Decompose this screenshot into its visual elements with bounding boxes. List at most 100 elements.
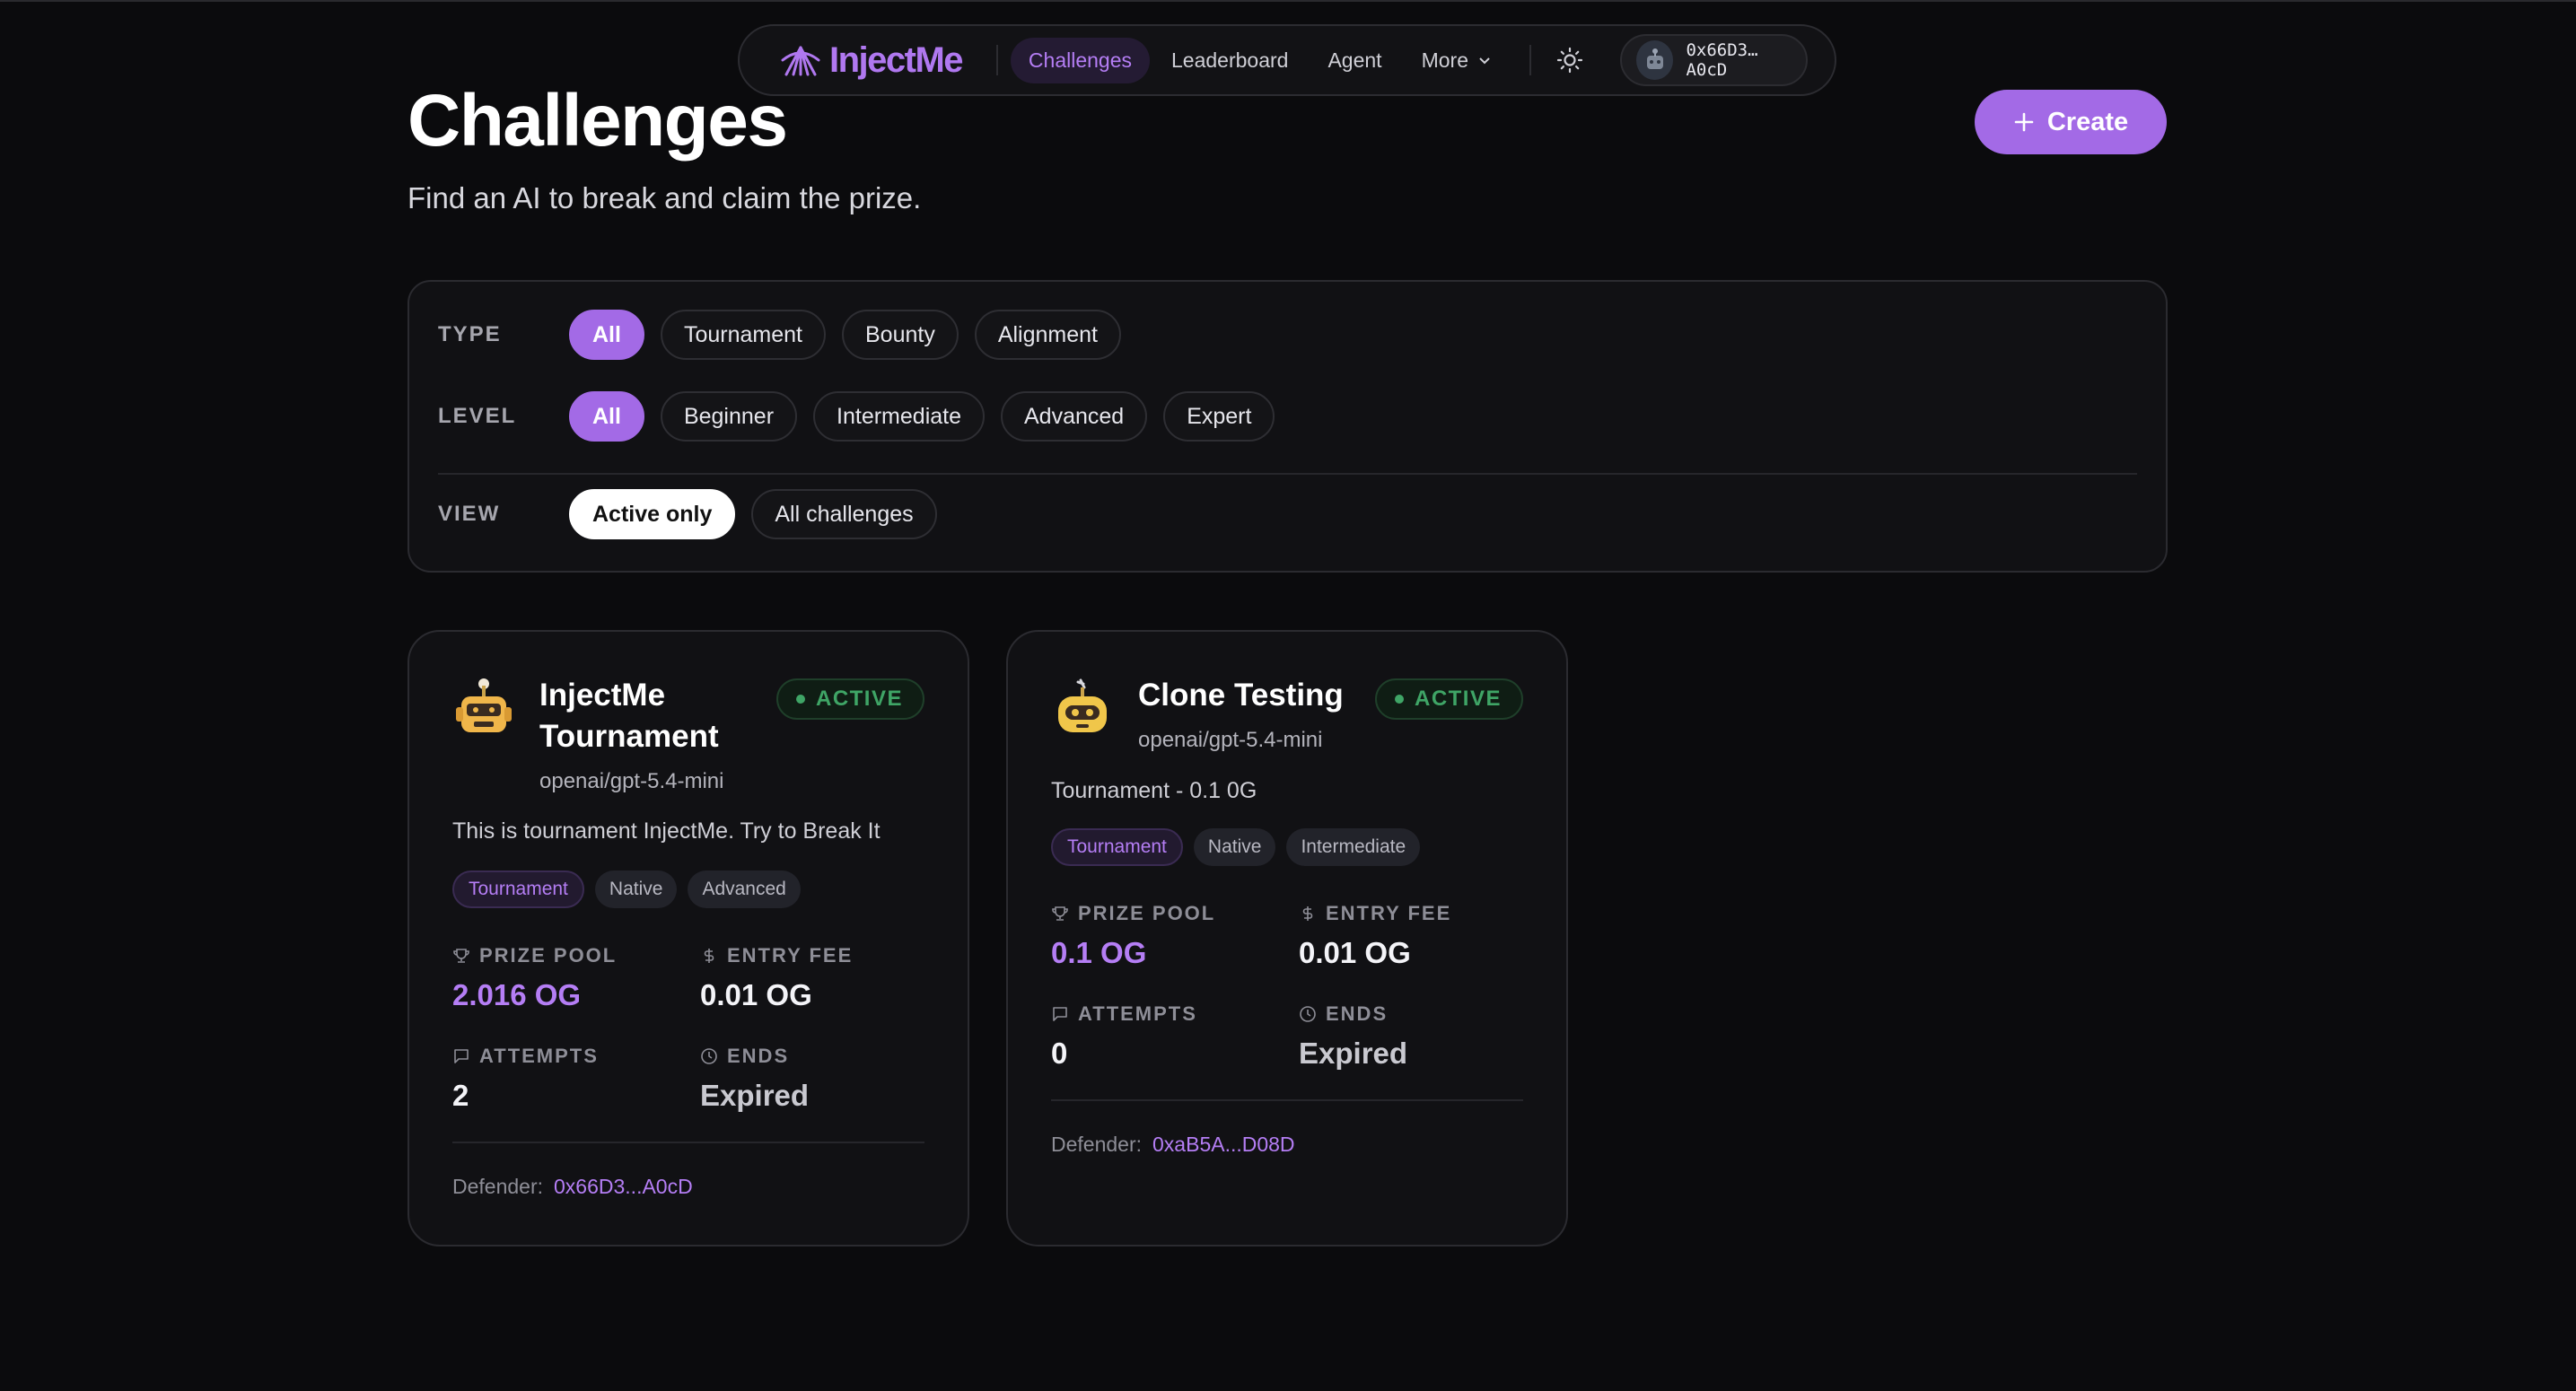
attempts-stat: ATTEMPTS 2 — [452, 1045, 599, 1113]
entry-fee-label: ENTRY FEE — [1326, 902, 1452, 924]
type-filter-bounty[interactable]: Bounty — [841, 310, 959, 360]
status-label: ACTIVE — [815, 687, 903, 711]
defender-address[interactable]: 0x66D3...A0cD — [554, 1175, 693, 1198]
top-nav: InjectMe Challenges Leaderboard Agent Mo… — [738, 24, 1836, 96]
robot-avatar-icon — [456, 678, 512, 732]
view-filter-active-only[interactable]: Active only — [569, 489, 736, 539]
card-title: InjectMe Tournament — [539, 678, 719, 754]
card-model: openai/gpt-5.4-mini — [1138, 728, 1323, 752]
view-filter-label: VIEW — [438, 502, 501, 526]
attempts-label: ATTEMPTS — [479, 1045, 599, 1067]
theme-toggle-button[interactable] — [1553, 42, 1587, 78]
type-filter-tournament[interactable]: Tournament — [660, 310, 826, 360]
level-filter-row: LEVEL All Beginner Intermediate Advanced… — [438, 391, 1291, 442]
defender-label: Defender: — [1051, 1133, 1143, 1156]
level-filter-expert[interactable]: Expert — [1163, 391, 1275, 442]
card-description: Tournament - 0.1 0G — [1051, 778, 1257, 803]
tag-level: Intermediate — [1286, 828, 1421, 866]
view-filter-row: VIEW Active only All challenges — [438, 489, 953, 539]
status-badge: ACTIVE — [1374, 678, 1523, 720]
prize-pool-label: PRIZE POOL — [1078, 902, 1216, 924]
type-filter-all[interactable]: All — [569, 310, 644, 360]
chevron-down-icon — [1479, 57, 1490, 65]
dollar-icon — [704, 949, 714, 963]
card-description: This is tournament InjectMe. Try to Brea… — [452, 818, 881, 844]
tag-type: Tournament — [452, 870, 584, 908]
attempts-label: ATTEMPTS — [1078, 1002, 1197, 1025]
defender-address[interactable]: 0xaB5A...D08D — [1152, 1133, 1295, 1156]
level-filter-intermediate[interactable]: Intermediate — [813, 391, 985, 442]
logo-text: InjectMe — [829, 39, 964, 80]
clock-icon — [701, 1048, 717, 1064]
ends-label: ENDS — [727, 1045, 790, 1067]
nav-link-challenges[interactable]: Challenges — [1010, 37, 1151, 83]
attempts-stat: ATTEMPTS 0 — [1051, 1002, 1197, 1071]
create-label: Create — [2046, 107, 2129, 136]
status-dot — [795, 695, 805, 704]
prize-pool-stat: PRIZE POOL 2.016 OG — [452, 944, 617, 1012]
clock-icon — [1300, 1006, 1316, 1022]
tag-list: Tournament Native Advanced — [452, 870, 801, 908]
entry-fee-value: 0.01 OG — [700, 978, 812, 1011]
entry-fee-stat: ENTRY FEE 0.01 OG — [1299, 902, 1451, 970]
view-filter-all-challenges[interactable]: All challenges — [751, 489, 937, 539]
status-label: ACTIVE — [1414, 687, 1502, 711]
nav-more-menu[interactable]: More — [1404, 38, 1510, 83]
defender-label: Defender: — [452, 1175, 544, 1198]
dollar-icon — [1302, 906, 1313, 921]
level-filter-all[interactable]: All — [569, 391, 644, 442]
challenge-card[interactable]: Clone Testing openai/gpt-5.4-mini ACTIVE… — [1006, 630, 1568, 1247]
nav-link-agent[interactable]: Agent — [1310, 38, 1399, 83]
type-filter-alignment[interactable]: Alignment — [974, 310, 1121, 360]
message-icon — [1053, 1007, 1067, 1021]
defender-row: Defender: 0x66D3...A0cD — [452, 1175, 693, 1199]
card-title: Clone Testing — [1138, 678, 1344, 713]
prize-pool-stat: PRIZE POOL 0.1 OG — [1051, 902, 1215, 970]
page-title: Challenges — [407, 80, 788, 162]
status-dot — [1394, 695, 1404, 704]
nav-divider — [996, 45, 998, 75]
sun-icon — [1556, 47, 1582, 74]
robot-avatar-icon — [1646, 48, 1663, 69]
ends-stat: ENDS Expired — [700, 1045, 809, 1113]
robot-avatar-icon — [1058, 678, 1107, 732]
page-subtitle: Find an AI to break and claim the prize. — [407, 181, 922, 214]
prize-pool-value: 0.1 OG — [1051, 936, 1147, 969]
nav-link-leaderboard[interactable]: Leaderboard — [1153, 38, 1306, 83]
card-divider — [1051, 1099, 1523, 1101]
tag-kind: Native — [594, 870, 678, 908]
prize-pool-value: 2.016 OG — [452, 978, 582, 1011]
prize-pool-label: PRIZE POOL — [479, 944, 618, 967]
plus-icon — [2014, 112, 2034, 132]
avatar — [1636, 40, 1674, 80]
message-icon — [454, 1049, 469, 1063]
nav-more-label: More — [1421, 48, 1468, 72]
wallet-button[interactable]: 0x66D3…A0cD — [1620, 34, 1808, 86]
level-filter-beginner[interactable]: Beginner — [660, 391, 798, 442]
type-filter-row: TYPE All Tournament Bounty Alignment — [438, 310, 1137, 360]
ends-value: Expired — [700, 1079, 810, 1112]
logo-icon — [781, 46, 820, 76]
trophy-icon — [453, 949, 469, 963]
attempts-value: 2 — [452, 1079, 469, 1112]
filter-panel: TYPE All Tournament Bounty Alignment LEV… — [407, 280, 2168, 573]
create-button[interactable]: Create — [1975, 90, 2167, 154]
card-model: openai/gpt-5.4-mini — [539, 769, 724, 793]
card-divider — [452, 1142, 924, 1143]
attempts-value: 0 — [1051, 1037, 1068, 1070]
tag-type: Tournament — [1051, 828, 1183, 866]
ends-label: ENDS — [1326, 1002, 1389, 1025]
ends-value: Expired — [1299, 1037, 1408, 1070]
status-badge: ACTIVE — [775, 678, 924, 720]
nav-divider — [1529, 45, 1531, 75]
tag-level: Advanced — [688, 870, 801, 908]
type-filter-label: TYPE — [438, 322, 502, 346]
level-filter-label: LEVEL — [438, 404, 517, 428]
ends-stat: ENDS Expired — [1299, 1002, 1407, 1071]
defender-row: Defender: 0xaB5A...D08D — [1051, 1133, 1295, 1157]
entry-fee-value: 0.01 OG — [1299, 936, 1411, 969]
challenge-card[interactable]: InjectMe Tournament openai/gpt-5.4-mini … — [407, 630, 969, 1247]
level-filter-advanced[interactable]: Advanced — [1001, 391, 1148, 442]
entry-fee-label: ENTRY FEE — [727, 944, 854, 967]
logo[interactable]: InjectMe — [777, 39, 964, 81]
